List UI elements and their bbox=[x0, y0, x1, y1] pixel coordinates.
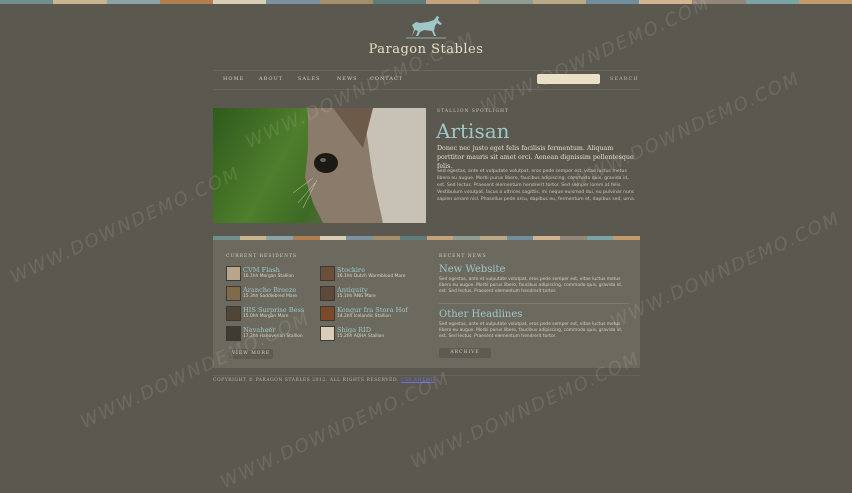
resident-desc: 15.2hh AQHA Stallion bbox=[337, 334, 385, 339]
stripe-segment bbox=[426, 0, 480, 4]
watermark-text: WWW.DOWNDEMO.COM bbox=[607, 207, 844, 334]
nav-item-home[interactable]: HOME bbox=[223, 76, 244, 82]
news-body: Sed egestas, ante et vulputate volutpat,… bbox=[439, 322, 623, 339]
news-divider bbox=[439, 303, 629, 304]
spotlight-title: Artisan bbox=[436, 119, 510, 143]
archive-button[interactable]: ARCHIVE bbox=[439, 348, 491, 358]
resident-desc: 14.2hh Icelandic Stallion bbox=[337, 314, 391, 319]
horse-thumbnail bbox=[226, 286, 241, 301]
stripe-segment bbox=[639, 0, 693, 4]
news-title[interactable]: New Website bbox=[439, 264, 505, 275]
resident-desc: 15.0hh Morgan Mare bbox=[243, 314, 289, 319]
brand-name: Paragon Stables bbox=[368, 42, 484, 57]
footer-link[interactable]: CSS XHTML bbox=[401, 378, 434, 383]
stripe-segment bbox=[159, 0, 213, 4]
news-body: Sed egestas, ante et vulputate volutpat,… bbox=[439, 277, 623, 294]
horse-thumbnail bbox=[320, 306, 335, 321]
top-color-stripe bbox=[0, 0, 852, 4]
stripe-segment bbox=[532, 0, 586, 4]
news-title[interactable]: Other Headlines bbox=[439, 309, 522, 320]
stripe-segment bbox=[479, 0, 533, 4]
content-panel bbox=[213, 240, 640, 368]
spotlight-label: STALLION SPOTLIGHT bbox=[437, 109, 509, 114]
stripe-segment bbox=[266, 0, 320, 4]
resident-name: CVM Flash bbox=[243, 266, 280, 274]
resident-name: HIS Surprise Bess bbox=[243, 306, 305, 314]
residents-label: CURRENT RESIDENTS bbox=[226, 254, 298, 259]
horse-thumbnail bbox=[226, 326, 241, 341]
resident-name: Arancho Breeze bbox=[243, 286, 297, 294]
resident-desc: 16.1hh Dutch Warmblood Mare bbox=[337, 274, 406, 279]
stripe-segment bbox=[53, 0, 107, 4]
horse-thumbnail bbox=[320, 266, 335, 281]
stripe-segment bbox=[798, 0, 852, 4]
spotlight-body: Sed egestas, ante et vulputate volutpat,… bbox=[437, 169, 636, 202]
resident-desc: 15.3hh Saddlebred Mare bbox=[243, 294, 297, 299]
spotlight-lead: Donec nec justo eget felis facilisis fer… bbox=[437, 145, 634, 170]
copyright-text: COPYRIGHT © PARAGON STABLES 2012. ALL RI… bbox=[213, 378, 399, 383]
resident-name: Stockire bbox=[337, 266, 365, 274]
watermark-text: WWW.DOWNDEMO.COM bbox=[477, 0, 714, 119]
horse-thumbnail bbox=[226, 266, 241, 281]
stallion-photo bbox=[213, 108, 426, 223]
resident-name: Kongur fra Stora Hof bbox=[337, 306, 408, 314]
stripe-segment bbox=[585, 0, 639, 4]
site-logo[interactable]: Paragon Stables bbox=[360, 14, 492, 57]
horse-icon bbox=[406, 16, 446, 39]
horse-thumbnail bbox=[320, 286, 335, 301]
watermark-text: WWW.DOWNDEMO.COM bbox=[7, 162, 244, 289]
nav-item-news[interactable]: NEWS bbox=[337, 76, 358, 82]
stripe-segment bbox=[319, 0, 373, 4]
stripe-segment bbox=[0, 0, 54, 4]
horse-thumbnail bbox=[226, 306, 241, 321]
stripe-segment bbox=[372, 0, 426, 4]
resident-name: Antiquity bbox=[337, 286, 368, 294]
news-label: RECENT NEWS bbox=[439, 254, 487, 259]
nav-item-sales[interactable]: SALES bbox=[298, 76, 320, 82]
search-input[interactable] bbox=[537, 74, 600, 84]
search-button[interactable]: SEARCH bbox=[610, 76, 639, 82]
stripe-segment bbox=[745, 0, 799, 4]
resident-desc: 15.1hh ANG Mare bbox=[337, 294, 376, 299]
horse-thumbnail bbox=[320, 326, 335, 341]
watermark-text: WWW.DOWNDEMO.COM bbox=[217, 367, 454, 493]
resident-name: Shiga RID bbox=[337, 326, 371, 334]
resident-desc: 17.2hh Hanoverian Stallion bbox=[243, 334, 303, 339]
stripe-segment bbox=[213, 0, 267, 4]
stripe-segment bbox=[692, 0, 746, 4]
nav-item-contact[interactable]: CONTACT bbox=[370, 76, 403, 82]
nav-item-about[interactable]: ABOUT bbox=[259, 76, 283, 82]
resident-desc: 16.1hh Morgan Stallion bbox=[243, 274, 294, 279]
view-more-button[interactable]: VIEW MORE bbox=[229, 349, 273, 359]
stripe-segment bbox=[106, 0, 160, 4]
resident-name: Navaheer bbox=[243, 326, 276, 334]
footer: COPYRIGHT © PARAGON STABLES 2012. ALL RI… bbox=[213, 375, 640, 383]
